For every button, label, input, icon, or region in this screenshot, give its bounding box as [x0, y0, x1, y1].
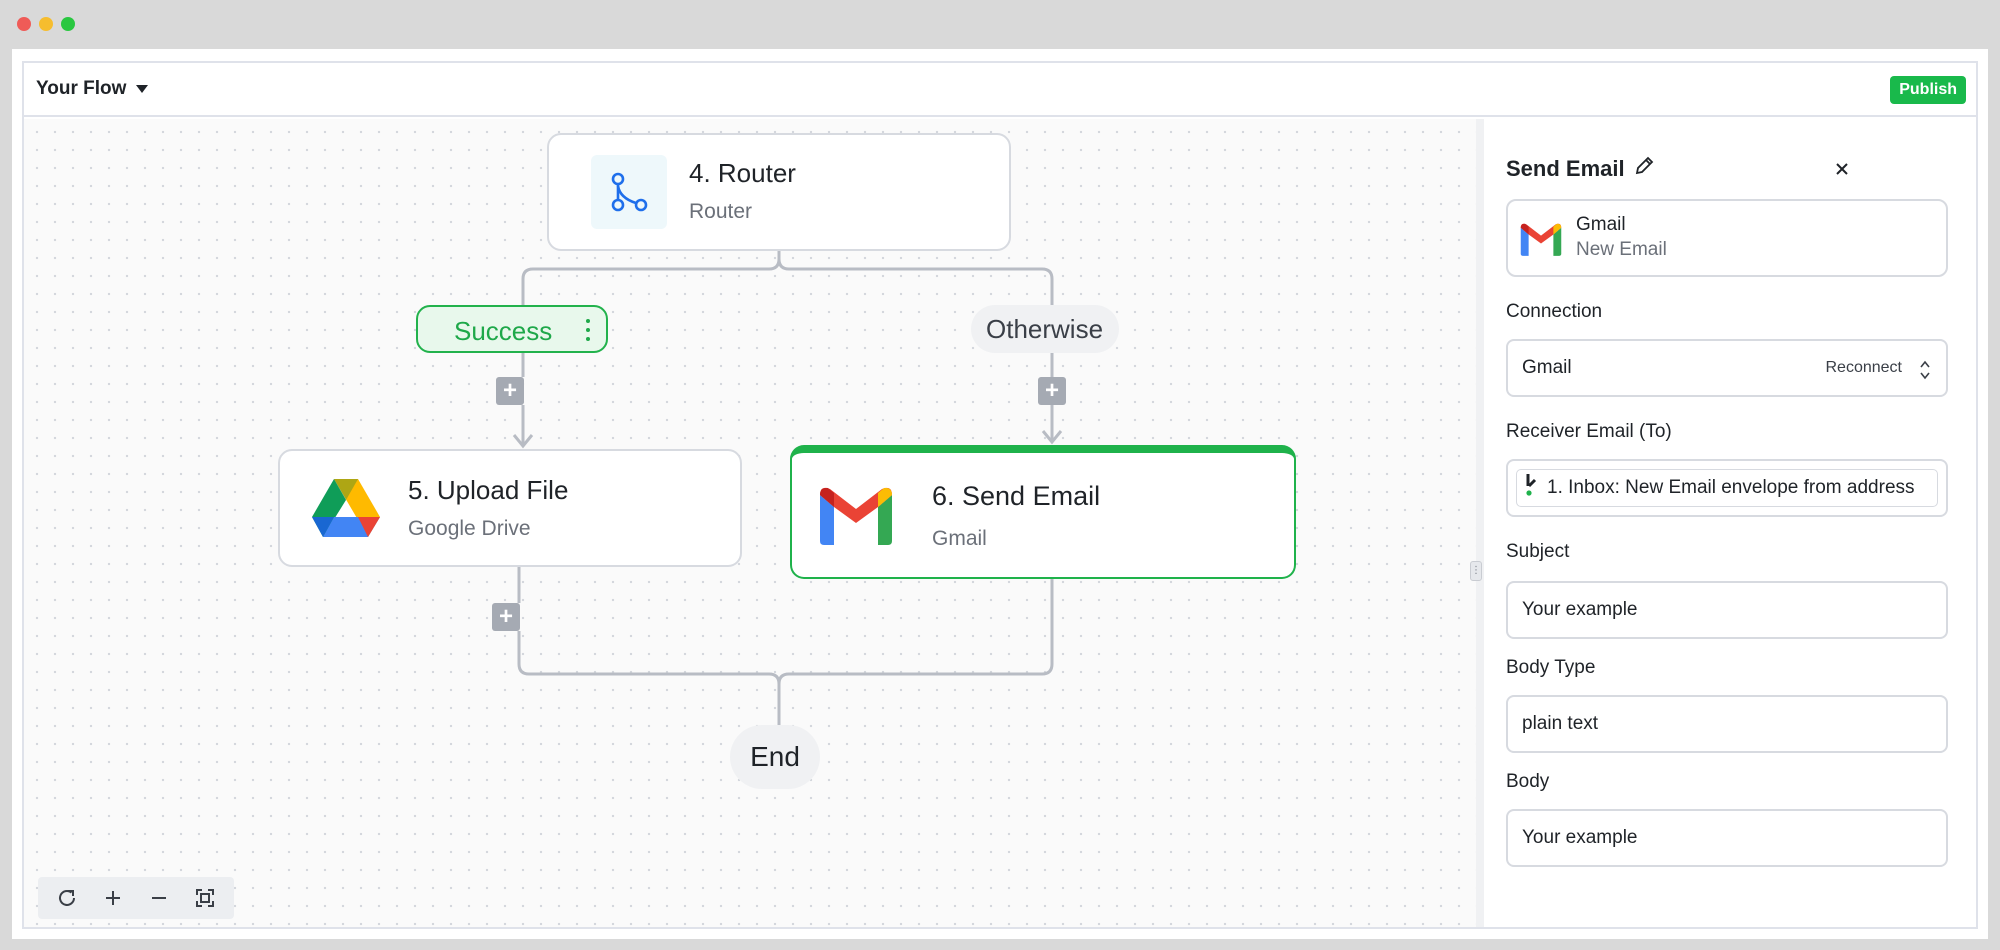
more-options-icon[interactable]: [586, 319, 590, 341]
node-subtitle: Router: [689, 200, 753, 223]
flow-title-dropdown[interactable]: Your Flow: [36, 78, 149, 100]
receiver-email-label: Receiver Email (To): [1506, 421, 1672, 442]
body-type-label: Body Type: [1506, 657, 1596, 678]
connector-router-success: [521, 251, 781, 305]
window-maximize-button[interactable]: [61, 17, 75, 31]
zoom-in-icon[interactable]: [97, 882, 129, 914]
panel-title-text: Send Email: [1506, 156, 1625, 181]
fit-screen-icon[interactable]: [189, 882, 221, 914]
receiver-email-field[interactable]: 1. Inbox: New Email envelope from addres…: [1506, 459, 1948, 517]
branch-otherwise-text: Otherwise: [986, 314, 1104, 344]
step-router-card[interactable]: 4. Router Router: [547, 133, 1011, 251]
step-settings-panel: Send Email Gmail New Email Connection Gm…: [1484, 119, 1976, 927]
reset-icon[interactable]: [51, 882, 83, 914]
add-step-button[interactable]: +: [496, 377, 524, 405]
pencil-icon[interactable]: [1633, 155, 1655, 183]
flow-title: Your Flow: [36, 78, 127, 99]
node-subtitle: Gmail: [932, 527, 987, 550]
node-title: 5. Upload File: [408, 475, 569, 505]
connection-select[interactable]: Gmail Reconnect: [1506, 339, 1948, 397]
flow-canvas[interactable]: 4. Router Router Success Otherwise + + +: [24, 119, 1476, 927]
node-title: 6. Send Email: [932, 481, 1101, 511]
activepieces-logo-icon: [1523, 472, 1539, 504]
gmail-icon: [1518, 221, 1564, 257]
publish-button[interactable]: Publish: [1890, 76, 1966, 104]
plus-icon: +: [498, 603, 513, 630]
connector-router-otherwise: [777, 258, 1054, 305]
body-input[interactable]: Your example: [1506, 809, 1948, 867]
top-bar: Your Flow Publish: [24, 63, 1976, 117]
caret-down-icon: [136, 85, 149, 93]
piece-name: Gmail: [1576, 214, 1626, 235]
subject-label: Subject: [1506, 541, 1570, 562]
branch-success-text: Success: [454, 316, 553, 346]
flow-builder-app: Your Flow Publish 4. Router Router Succe…: [22, 61, 1978, 929]
zoom-out-icon[interactable]: [143, 882, 175, 914]
plus-icon: +: [502, 377, 517, 404]
panel-title: Send Email: [1506, 155, 1655, 183]
drag-handle-icon[interactable]: ⋮: [1470, 561, 1482, 581]
flow-end-marker: End: [730, 725, 820, 789]
piece-trigger: New Email: [1576, 239, 1667, 260]
node-title: 4. Router: [689, 158, 796, 188]
window-minimize-button[interactable]: [39, 17, 53, 31]
branch-otherwise-label[interactable]: Otherwise: [971, 305, 1119, 353]
subject-input[interactable]: Your example: [1506, 581, 1948, 639]
node-subtitle: Google Drive: [408, 517, 531, 540]
gmail-icon: [816, 483, 896, 547]
router-icon: [591, 155, 667, 229]
step-send-email-card[interactable]: 6. Send Email Gmail: [790, 445, 1296, 579]
select-arrows-icon: [1920, 360, 1930, 380]
piece-selector-card[interactable]: Gmail New Email: [1506, 199, 1948, 277]
data-token-chip[interactable]: 1. Inbox: New Email envelope from addres…: [1516, 469, 1938, 507]
data-token-text: 1. Inbox: New Email envelope from addres…: [1547, 477, 1915, 498]
connector-send-end: [777, 579, 1054, 685]
plus-icon: +: [1044, 377, 1059, 404]
body-type-input[interactable]: plain text: [1506, 695, 1948, 753]
connection-value: Gmail: [1522, 357, 1572, 378]
window-titlebar: [0, 0, 2000, 48]
close-icon[interactable]: [1828, 155, 1856, 183]
body-label: Body: [1506, 771, 1550, 792]
panel-splitter[interactable]: [1476, 119, 1484, 927]
step-upload-file-card[interactable]: 5. Upload File Google Drive: [278, 449, 742, 567]
connector-upload-end: [517, 631, 781, 725]
branch-success-label[interactable]: Success: [416, 305, 608, 353]
connection-label: Connection: [1506, 301, 1603, 322]
add-step-button[interactable]: +: [492, 603, 520, 631]
reconnect-link[interactable]: Reconnect: [1826, 359, 1903, 377]
canvas-zoom-controls: [38, 877, 234, 919]
google-drive-icon: [310, 473, 382, 543]
window-close-button[interactable]: [17, 17, 31, 31]
window-content: Your Flow Publish 4. Router Router Succe…: [12, 49, 1988, 939]
add-step-button[interactable]: +: [1038, 377, 1066, 405]
